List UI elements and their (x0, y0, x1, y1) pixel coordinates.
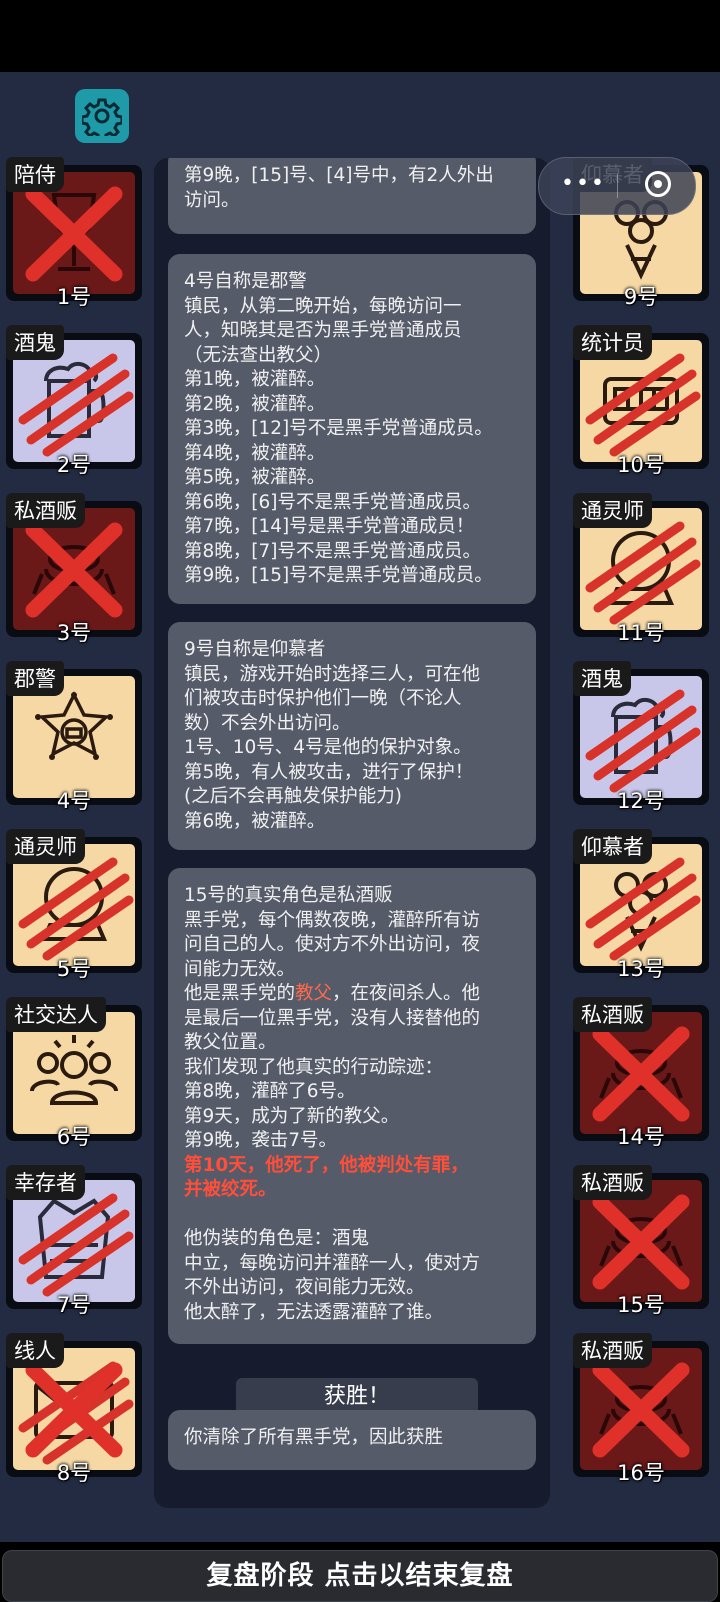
player-card-8[interactable]: 线人 8号 (6, 1333, 142, 1485)
target-circle-icon[interactable] (645, 171, 671, 197)
player-number: 16号 (617, 1461, 665, 1485)
player-number: 13号 (617, 957, 665, 981)
player-card-6[interactable]: 社交达人 6号 (6, 997, 142, 1149)
role-label: 仰慕者 (573, 829, 652, 864)
player-card-10[interactable]: 统计员 10号 (573, 325, 709, 477)
player-card-12[interactable]: 酒鬼 12号 (573, 661, 709, 813)
player-card-15[interactable]: 私酒贩 15号 (573, 1165, 709, 1317)
godfather-highlight: 教父 (295, 983, 333, 1004)
player-number: 7号 (56, 1293, 92, 1317)
player-number: 9号 (623, 285, 659, 309)
player-card-5[interactable]: 通灵师 5号 (6, 829, 142, 981)
player-card-1[interactable]: 陪侍 1号 (6, 157, 142, 309)
player-number: 1号 (56, 285, 92, 309)
more-dots-icon[interactable]: ••• (561, 171, 606, 196)
player-card-16[interactable]: 私酒贩 16号 (573, 1333, 709, 1485)
game-screen: 陪侍 1号 酒鬼 2号 私酒贩 3号 郡警 4号 通灵师 5号 社交达人 6号 … (0, 0, 720, 1602)
player-number: 6号 (56, 1125, 92, 1149)
player-card-11[interactable]: 通灵师 11号 (573, 493, 709, 645)
role-label: 线人 (6, 1333, 64, 1368)
death-notice: 并被绞死。 (184, 1179, 277, 1200)
status-bar (0, 0, 720, 72)
role-label: 陪侍 (6, 157, 64, 192)
player-number: 11号 (617, 621, 665, 645)
review-log[interactable]: 第9晚，[15]号、[4]号中，有2人外出 访问。 4号自称是郡警 镇民，从第二… (154, 158, 550, 1508)
role-label: 幸存者 (6, 1165, 85, 1200)
role-label: 酒鬼 (573, 661, 631, 696)
log-entry-player15: 15号的真实角色是私酒贩 黑手党，每个偶数夜晚，灌醉所有访 问自己的人。使对方不… (168, 868, 536, 1344)
settings-button[interactable] (75, 89, 129, 143)
sheriff-badge-icon (35, 691, 113, 760)
player-card-14[interactable]: 私酒贩 14号 (573, 997, 709, 1149)
role-label: 郡警 (6, 661, 64, 696)
role-label: 私酒贩 (573, 1333, 652, 1368)
player-card-3[interactable]: 私酒贩 3号 (6, 493, 142, 645)
miniprogram-capsule: ••• (538, 157, 696, 215)
end-review-button[interactable]: 复盘阶段 点击以结束复盘 (2, 1550, 718, 1602)
player-number: 8号 (56, 1461, 92, 1485)
player-card-2[interactable]: 酒鬼 2号 (6, 325, 142, 477)
player-number: 5号 (56, 957, 92, 981)
role-label: 通灵师 (573, 493, 652, 528)
player-number: 14号 (617, 1125, 665, 1149)
gear-icon (82, 98, 122, 136)
player-card-13[interactable]: 仰慕者 13号 (573, 829, 709, 981)
log-entry-player4: 4号自称是郡警 镇民，从第二晚开始，每晚访问一 人，知晓其是否为黑手党普通成员 … (168, 254, 536, 604)
role-label: 社交达人 (6, 997, 106, 1032)
player-number: 2号 (56, 453, 92, 477)
player-number: 10号 (617, 453, 665, 477)
player-number: 12号 (617, 789, 665, 813)
role-label: 统计员 (573, 325, 652, 360)
role-label: 私酒贩 (573, 1165, 652, 1200)
role-label: 酒鬼 (6, 325, 64, 360)
player-number: 3号 (56, 621, 92, 645)
log-entry-night9: 第9晚，[15]号、[4]号中，有2人外出 访问。 (168, 158, 536, 234)
death-notice: 第10天，他死了，他被判处有罪， (184, 1154, 469, 1176)
result-message: 你清除了所有黑手党，因此获胜 (168, 1410, 536, 1470)
role-label: 通灵师 (6, 829, 85, 864)
player-number: 15号 (617, 1293, 665, 1317)
player-number: 4号 (56, 789, 92, 813)
role-label: 私酒贩 (573, 997, 652, 1032)
role-label: 私酒贩 (6, 493, 85, 528)
log-entry-player9: 9号自称是仰慕者 镇民，游戏开始时选择三人，可在他 们被攻击时保护他们一晚（不论… (168, 622, 536, 850)
player-card-4[interactable]: 郡警 4号 (6, 661, 142, 813)
people-group-icon (30, 1035, 118, 1105)
player-card-7[interactable]: 幸存者 7号 (6, 1165, 142, 1317)
